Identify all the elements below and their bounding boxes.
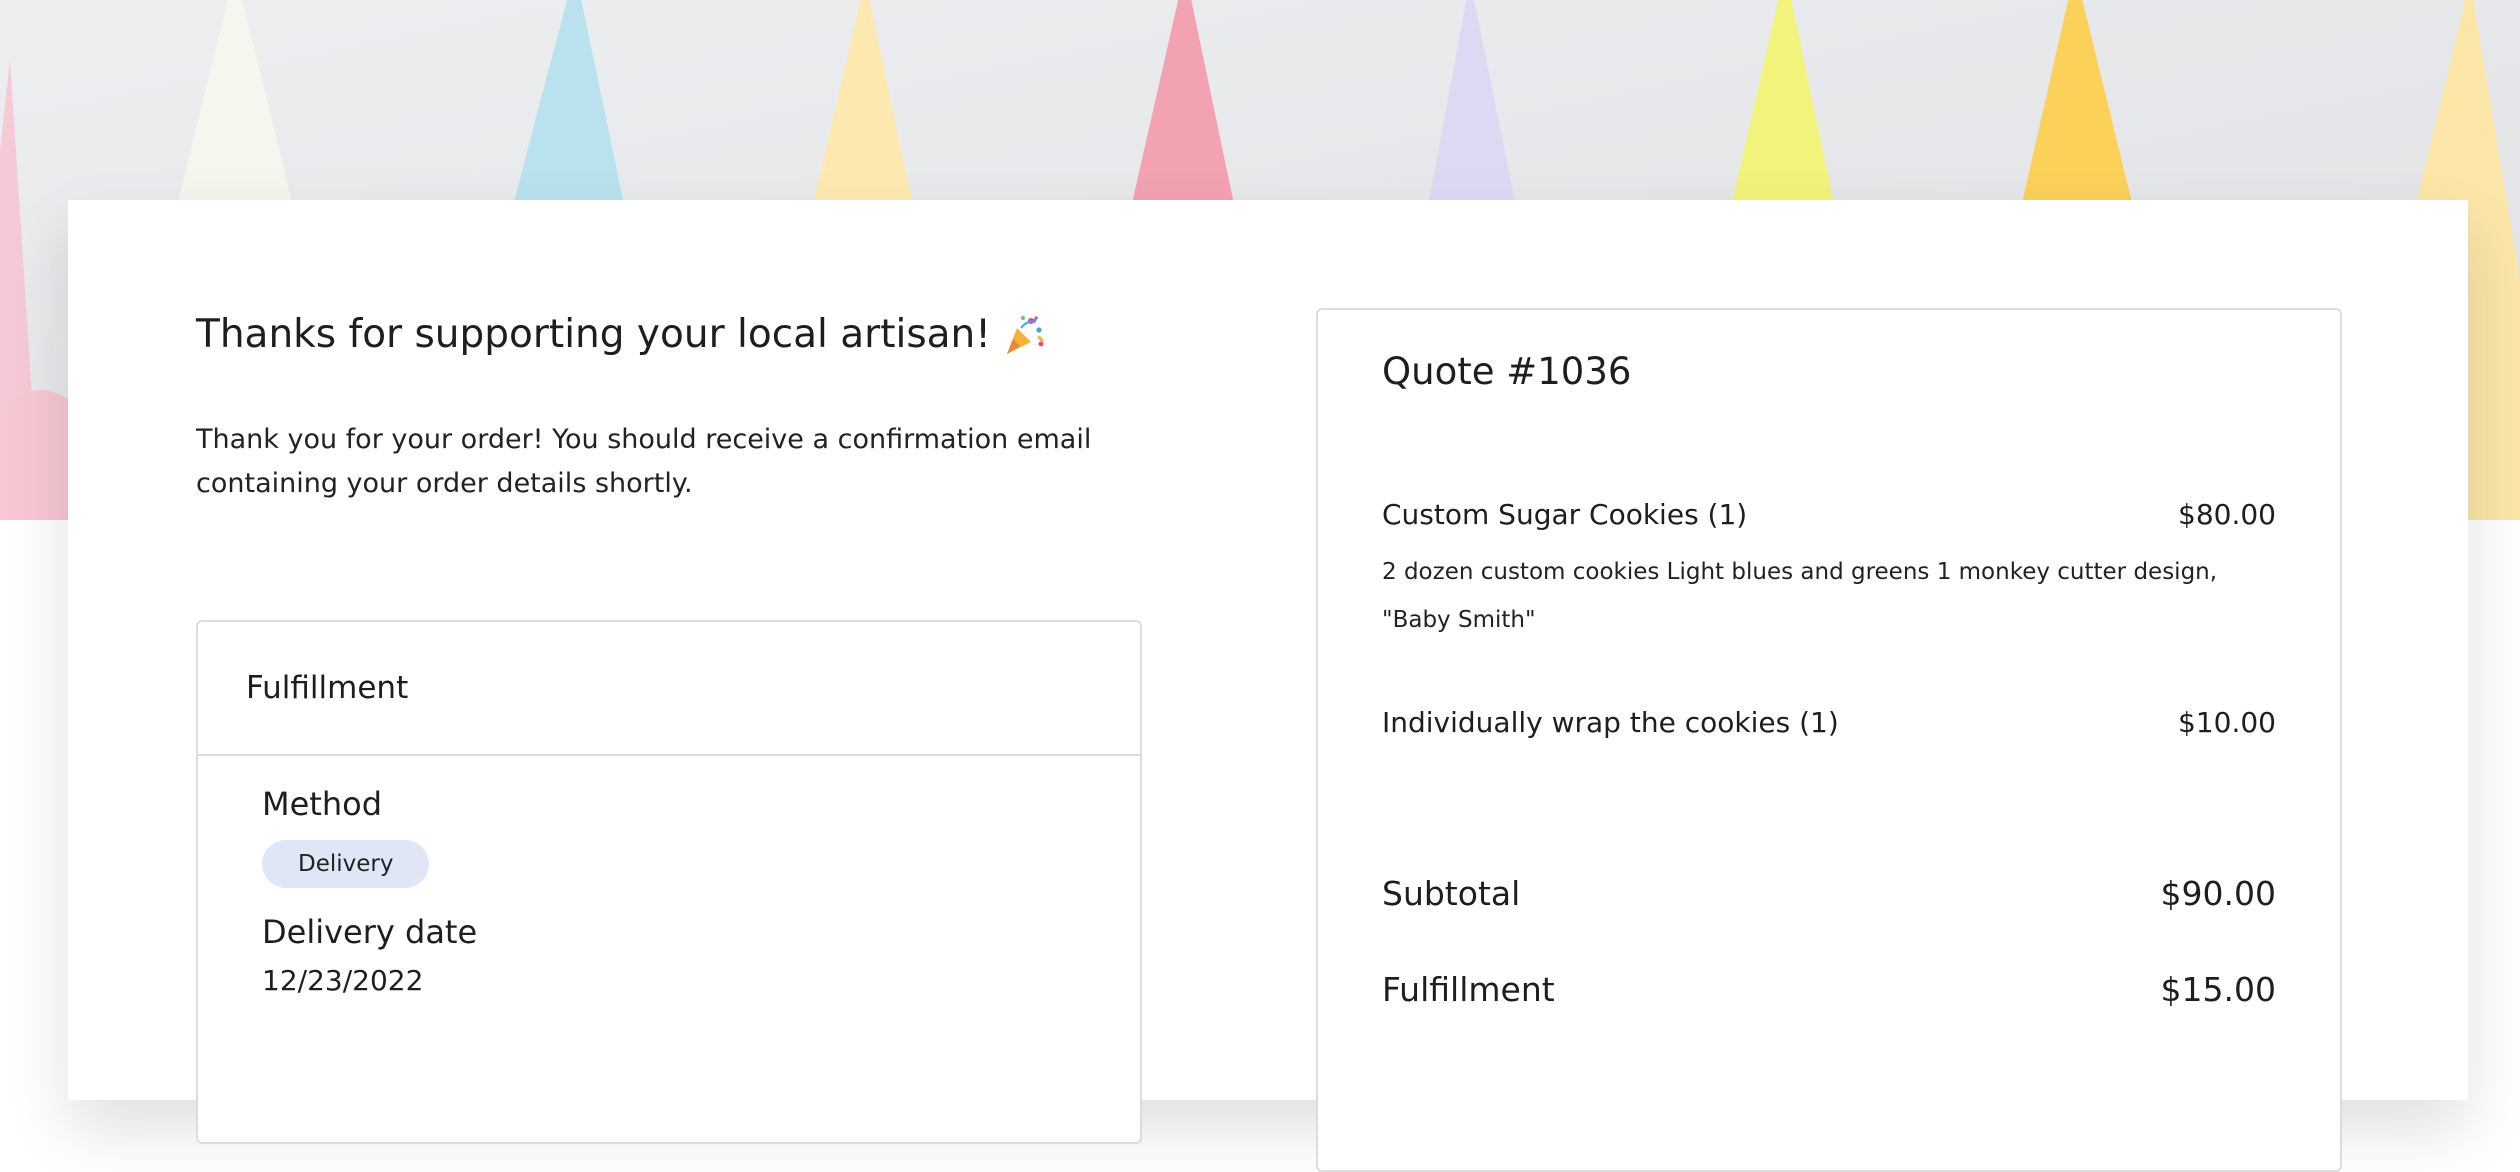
quote-title: Quote #1036 [1382,350,1632,393]
line-item: Custom Sugar Cookies (1) $80.00 [1382,498,2276,531]
party-popper-icon [1001,312,1047,358]
quote-panel: Quote #1036 Custom Sugar Cookies (1) $80… [1316,308,2342,1172]
confirmation-card: Thanks for supporting your local artisan… [68,200,2468,1172]
fulfillment-fee-value: $15.00 [2160,970,2276,1009]
line-item-description: 2 dozen custom cookies Light blues and g… [1382,559,2218,633]
subtotal-label: Subtotal [1382,874,1521,913]
line-item: Individually wrap the cookies (1) $10.00 [1382,706,2276,739]
page-title: Thanks for supporting your local artisan… [196,310,1156,360]
subtotal-value: $90.00 [2160,874,2276,913]
fulfillment-heading: Fulfillment [198,622,1140,756]
line-item-price: $10.00 [2178,706,2276,739]
line-item-name: Custom Sugar Cookies (1) [1382,498,1748,531]
delivery-date-value: 12/23/2022 [262,964,424,997]
confirmation-message: Thank you for your order! You should rec… [196,424,1092,499]
method-label: Method [262,785,383,823]
fulfillment-panel: Fulfillment Method Delivery Delivery dat… [196,620,1142,1144]
fulfillment-fee-label: Fulfillment [1382,970,1555,1009]
subtotal-row: Subtotal $90.00 [1382,874,2276,913]
line-item-name: Individually wrap the cookies (1) [1382,706,1839,739]
fulfillment-details: Method Delivery Delivery date 12/23/2022 [198,756,1140,997]
line-item-price: $80.00 [2178,498,2276,531]
delivery-date-label: Delivery date [262,913,478,951]
method-badge: Delivery [262,840,430,888]
thanks-title-text: Thanks for supporting your local artisan… [196,312,991,357]
fulfillment-fee-row: Fulfillment $15.00 [1382,970,2276,1009]
thanks-section: Thanks for supporting your local artisan… [196,310,1156,506]
